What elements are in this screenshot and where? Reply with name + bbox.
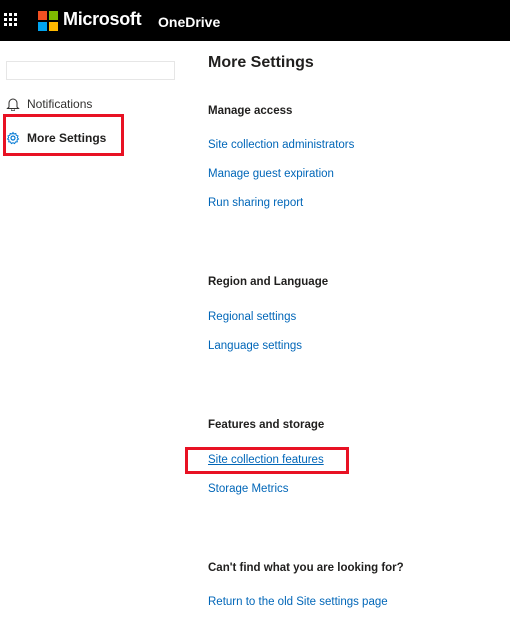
- link-storage-metrics[interactable]: Storage Metrics: [208, 483, 289, 495]
- gear-icon: [6, 131, 20, 145]
- link-site-collection-features[interactable]: Site collection features: [208, 454, 324, 466]
- sidebar-item-label: Notifications: [27, 97, 93, 111]
- top-bar: Microsoft OneDrive: [0, 0, 510, 41]
- brand-name[interactable]: Microsoft: [63, 9, 142, 30]
- bell-icon: [6, 97, 20, 111]
- waffle-icon[interactable]: [4, 13, 17, 26]
- section-heading-manage-access: Manage access: [208, 105, 293, 117]
- app-name[interactable]: OneDrive: [158, 14, 220, 30]
- site-name-placeholder: [6, 61, 175, 80]
- link-run-sharing-report[interactable]: Run sharing report: [208, 197, 303, 209]
- sidebar-item-notifications[interactable]: Notifications: [0, 92, 92, 116]
- link-language-settings[interactable]: Language settings: [208, 340, 302, 352]
- link-return-old-site-settings[interactable]: Return to the old Site settings page: [208, 596, 388, 608]
- sidebar-item-more-settings[interactable]: More Settings: [0, 126, 106, 150]
- section-heading-help: Can't find what you are looking for?: [208, 562, 404, 574]
- link-manage-guest-expiration[interactable]: Manage guest expiration: [208, 168, 334, 180]
- section-heading-features-storage: Features and storage: [208, 419, 325, 431]
- microsoft-logo-icon: [38, 11, 58, 31]
- sidebar-item-label: More Settings: [27, 131, 107, 145]
- link-site-collection-administrators[interactable]: Site collection administrators: [208, 139, 354, 151]
- page-title: More Settings: [208, 54, 314, 71]
- link-regional-settings[interactable]: Regional settings: [208, 311, 296, 323]
- section-heading-region-language: Region and Language: [208, 276, 329, 288]
